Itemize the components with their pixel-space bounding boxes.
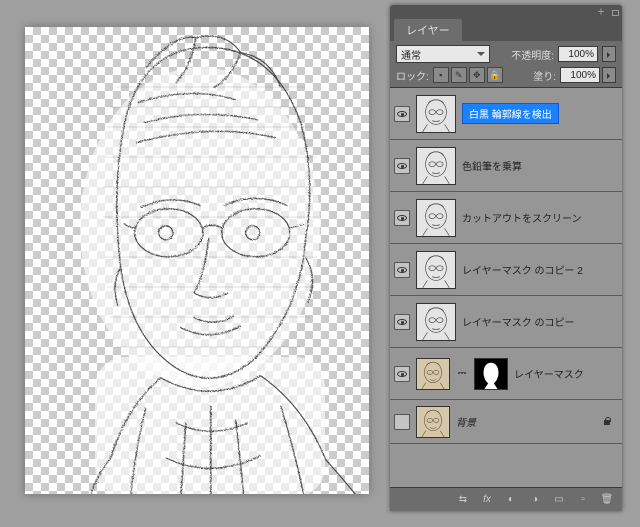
- visibility-toggle[interactable]: [394, 366, 410, 382]
- fx-icon[interactable]: fx: [480, 493, 494, 507]
- eye-icon: [397, 319, 407, 325]
- mask-icon[interactable]: ◐: [504, 493, 518, 507]
- collapse-icon[interactable]: [596, 7, 606, 17]
- lock-label: ロック:: [396, 68, 429, 83]
- panel-header[interactable]: [390, 5, 622, 19]
- eye-icon: [397, 267, 407, 273]
- lock-all-button[interactable]: 🔒: [487, 67, 503, 83]
- opacity-flyout-button[interactable]: [602, 46, 616, 62]
- layers-list[interactable]: 白黒 輪郭線を検出色鉛筆を乗算カットアウトをスクリーンレイヤーマスク のコピー …: [390, 87, 622, 487]
- layer-thumbnail[interactable]: [416, 95, 456, 133]
- eye-icon: [397, 371, 407, 377]
- fill-label: 塗り:: [533, 68, 556, 83]
- group-icon[interactable]: ▭: [552, 493, 566, 507]
- layer-name-label[interactable]: 色鉛筆を乗算: [462, 158, 522, 173]
- fill-input[interactable]: 100%: [560, 67, 600, 83]
- layer-name-label[interactable]: レイヤーマスク: [514, 366, 584, 381]
- blend-mode-select[interactable]: 通常: [396, 45, 490, 63]
- layer-thumbnail[interactable]: [416, 303, 456, 341]
- new-layer-icon[interactable]: ▫: [576, 493, 590, 507]
- tab-layers[interactable]: レイヤー: [394, 18, 462, 41]
- layer-name-label[interactable]: レイヤーマスク のコピー 2: [462, 262, 583, 277]
- visibility-toggle[interactable]: [394, 158, 410, 174]
- layer-thumbnail[interactable]: [416, 199, 456, 237]
- layers-panel: レイヤー 通常 不透明度: 100% ロック: ▪ ✎ ✥ 🔒 塗り: 100%…: [390, 5, 622, 511]
- panel-footer: ⇆ fx ◐ ◑ ▭ ▫ 🗑: [390, 487, 622, 511]
- adjustment-icon[interactable]: ◑: [528, 493, 542, 507]
- visibility-toggle[interactable]: [394, 414, 410, 430]
- layer-row[interactable]: レイヤーマスク のコピー 2: [390, 244, 622, 296]
- trash-icon[interactable]: 🗑: [600, 493, 614, 507]
- visibility-toggle[interactable]: [394, 314, 410, 330]
- layer-row[interactable]: 白黒 輪郭線を検出: [390, 88, 622, 140]
- layer-thumbnail[interactable]: [416, 406, 450, 438]
- eye-icon: [397, 111, 407, 117]
- panel-menu-icon[interactable]: [610, 7, 620, 17]
- mask-thumbnail[interactable]: [474, 358, 508, 390]
- link-layers-icon[interactable]: ⇆: [456, 493, 470, 507]
- opacity-label: 不透明度:: [511, 47, 554, 62]
- layer-name-label[interactable]: レイヤーマスク のコピー: [462, 314, 574, 329]
- layer-name-label[interactable]: カットアウトをスクリーン: [462, 210, 582, 225]
- layer-thumbnail[interactable]: [416, 358, 450, 390]
- layer-thumbnail[interactable]: [416, 251, 456, 289]
- mask-link-icon[interactable]: ⎓: [456, 367, 468, 380]
- layer-name-label[interactable]: 背景: [456, 414, 476, 429]
- tab-bar: レイヤー: [390, 19, 622, 41]
- opacity-input[interactable]: 100%: [558, 46, 598, 62]
- document-image: [25, 27, 369, 494]
- layer-row[interactable]: レイヤーマスク のコピー: [390, 296, 622, 348]
- layer-row[interactable]: 背景: [390, 400, 622, 444]
- panel-options: 通常 不透明度: 100% ロック: ▪ ✎ ✥ 🔒 塗り: 100%: [390, 41, 622, 87]
- canvas-area[interactable]: [25, 27, 369, 494]
- layer-name-label[interactable]: 白黒 輪郭線を検出: [462, 103, 559, 124]
- visibility-toggle[interactable]: [394, 210, 410, 226]
- lock-icon: [602, 417, 612, 427]
- visibility-toggle[interactable]: [394, 262, 410, 278]
- eye-icon: [397, 215, 407, 221]
- fill-flyout-button[interactable]: [602, 67, 616, 83]
- layer-row[interactable]: 色鉛筆を乗算: [390, 140, 622, 192]
- visibility-toggle[interactable]: [394, 106, 410, 122]
- layer-thumbnail[interactable]: [416, 147, 456, 185]
- eye-icon: [397, 163, 407, 169]
- lock-position-button[interactable]: ✥: [469, 67, 485, 83]
- lock-pixels-button[interactable]: ✎: [451, 67, 467, 83]
- layer-row[interactable]: ⎓ レイヤーマスク: [390, 348, 622, 400]
- lock-transparency-button[interactable]: ▪: [433, 67, 449, 83]
- layer-row[interactable]: カットアウトをスクリーン: [390, 192, 622, 244]
